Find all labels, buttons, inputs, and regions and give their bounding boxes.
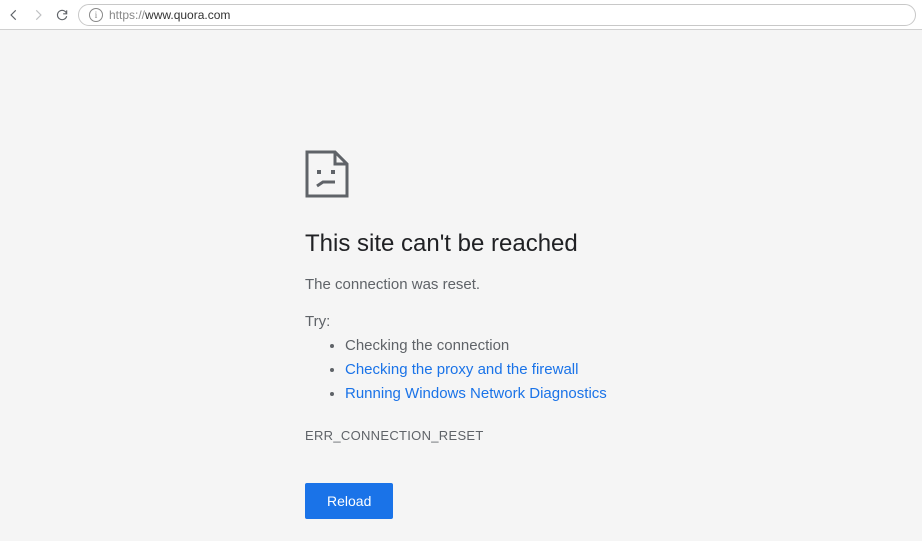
error-page-content: This site can't be reached The connectio… [0, 30, 922, 519]
back-button[interactable] [6, 7, 22, 23]
try-label: Try: [305, 313, 922, 330]
suggestions-list: Checking the connection Checking the pro… [305, 334, 922, 406]
suggestion-proxy-link[interactable]: Checking the proxy and the firewall [345, 361, 578, 378]
url-text: https://www.quora.com [109, 8, 230, 22]
reload-button[interactable]: Reload [305, 483, 393, 519]
address-bar[interactable]: i https://www.quora.com [78, 4, 916, 26]
error-message: The connection was reset. [305, 276, 922, 293]
browser-toolbar: i https://www.quora.com [0, 0, 922, 30]
error-code: ERR_CONNECTION_RESET [305, 428, 922, 443]
suggestion-connection: Checking the connection [345, 334, 922, 358]
sad-page-icon [305, 150, 349, 198]
reload-icon[interactable] [54, 7, 70, 23]
site-info-icon[interactable]: i [89, 8, 103, 22]
suggestion-diagnostics-link[interactable]: Running Windows Network Diagnostics [345, 385, 607, 402]
error-heading: This site can't be reached [305, 230, 922, 258]
list-item: Running Windows Network Diagnostics [345, 382, 922, 406]
list-item: Checking the proxy and the firewall [345, 358, 922, 382]
forward-button[interactable] [30, 7, 46, 23]
